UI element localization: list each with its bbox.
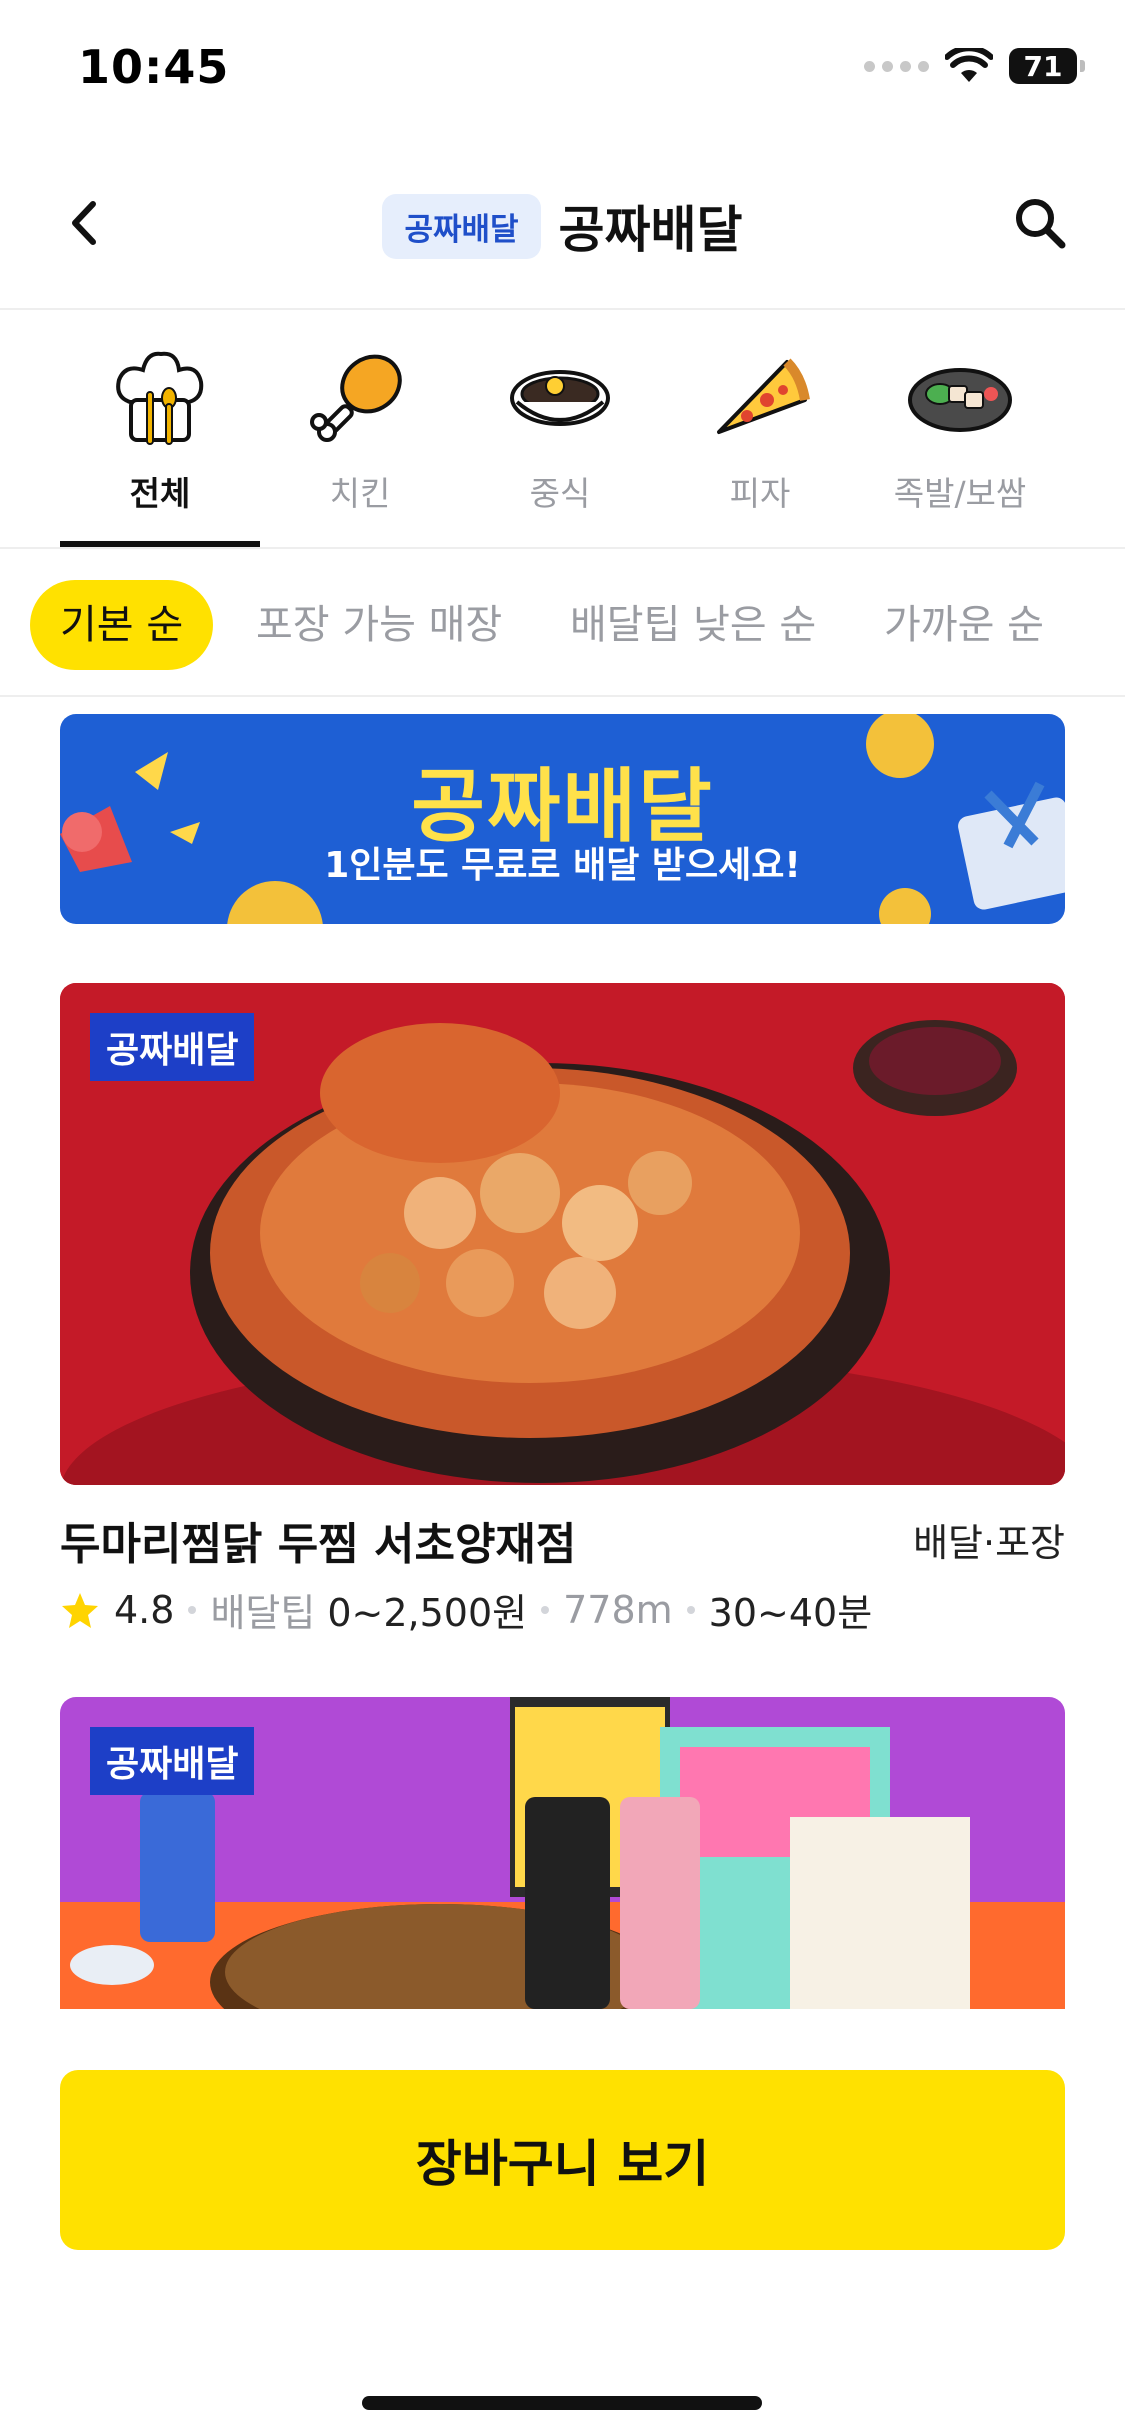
store-rating: 4.8 [114,1587,175,1632]
status-bar: 10:45 71 [0,0,1125,135]
store-image[interactable]: 공짜배달 [60,1697,1065,2009]
sort-chip-default[interactable]: 기본 순 [30,580,214,670]
divider [0,308,1125,310]
category-label: 치킨 [329,474,391,513]
category-label: 전체 [129,474,191,513]
store-name[interactable]: 두마리찜닭 두찜 서초양재점 [60,1508,576,1572]
page-title: 공짜배달 [558,201,743,259]
pizza-slice-icon [717,358,810,434]
category-label: 중식 [529,474,591,513]
category-tab-pizza[interactable]: 피자 [660,312,860,547]
status-time: 10:45 [78,40,230,94]
free-delivery-tag: 공짜배달 [90,1013,255,1081]
separator-dot [686,1605,695,1614]
category-tab-chinese[interactable]: 중식 [460,312,660,547]
sort-chip-low-tip[interactable]: 배달팁 낮은 순 [570,580,816,670]
store-service-type: 배달·포장 [913,1521,1065,1565]
chef-hat-icon [116,351,204,445]
banner-subtitle: 1인분도 무료로 배달 받으세요! [324,845,801,886]
wifi-icon [945,48,993,82]
separator-dot [541,1605,550,1614]
store-distance: 778m [563,1587,673,1632]
divider [0,547,1125,549]
star-icon [62,1592,98,1628]
store-image[interactable]: 공짜배달 [60,983,1065,1485]
store-meta: 4.8 배달팁 0~2,500원 778m 30~40분 [60,1582,872,1637]
sort-chip-pickup[interactable]: 포장 가능 매장 [256,580,502,670]
battery-icon: 71 [1009,48,1085,84]
chicken-leg-icon [310,354,402,442]
battery-level: 71 [1023,49,1063,83]
category-tabs: 전체 치킨 중식 피자 족발/보쌈 [0,312,1125,547]
sort-chip-nearby[interactable]: 가까운 순 [884,580,1044,670]
view-cart-button[interactable]: 장바구니 보기 [60,2070,1065,2250]
cellular-signal-icon [864,60,929,72]
separator-dot [188,1605,197,1614]
delivery-tip-value: 0~2,500원 [327,1591,528,1635]
home-indicator [362,2396,762,2410]
search-icon [1016,199,1066,249]
header-badge: 공짜배달 [382,193,541,259]
delivery-tip-label: 배달팁 [210,1591,316,1635]
category-tab-jokbal[interactable]: 족발/보쌈 [860,312,1060,547]
category-label: 족발/보쌈 [893,474,1027,513]
noodle-bowl-icon [510,370,610,426]
header-title-group: 공짜배달 공짜배달 [0,190,1125,262]
category-tab-chicken[interactable]: 치킨 [260,312,460,547]
category-label: 피자 [729,474,791,513]
delivery-time: 30~40분 [708,1591,873,1635]
divider [0,695,1125,697]
search-button[interactable] [1005,188,1075,258]
promo-banner[interactable]: 공짜배달 1인분도 무료로 배달 받으세요! [60,714,1065,924]
top-nav: 공짜배달 공짜배달 [0,170,1125,275]
free-delivery-tag: 공짜배달 [90,1727,255,1795]
pork-plate-icon [908,368,1012,432]
status-icons: 71 [864,48,1085,84]
category-tab-all[interactable]: 전체 [60,312,260,547]
sort-options: 기본 순 포장 가능 매장 배달팁 낮은 순 가까운 순 [0,570,1125,680]
